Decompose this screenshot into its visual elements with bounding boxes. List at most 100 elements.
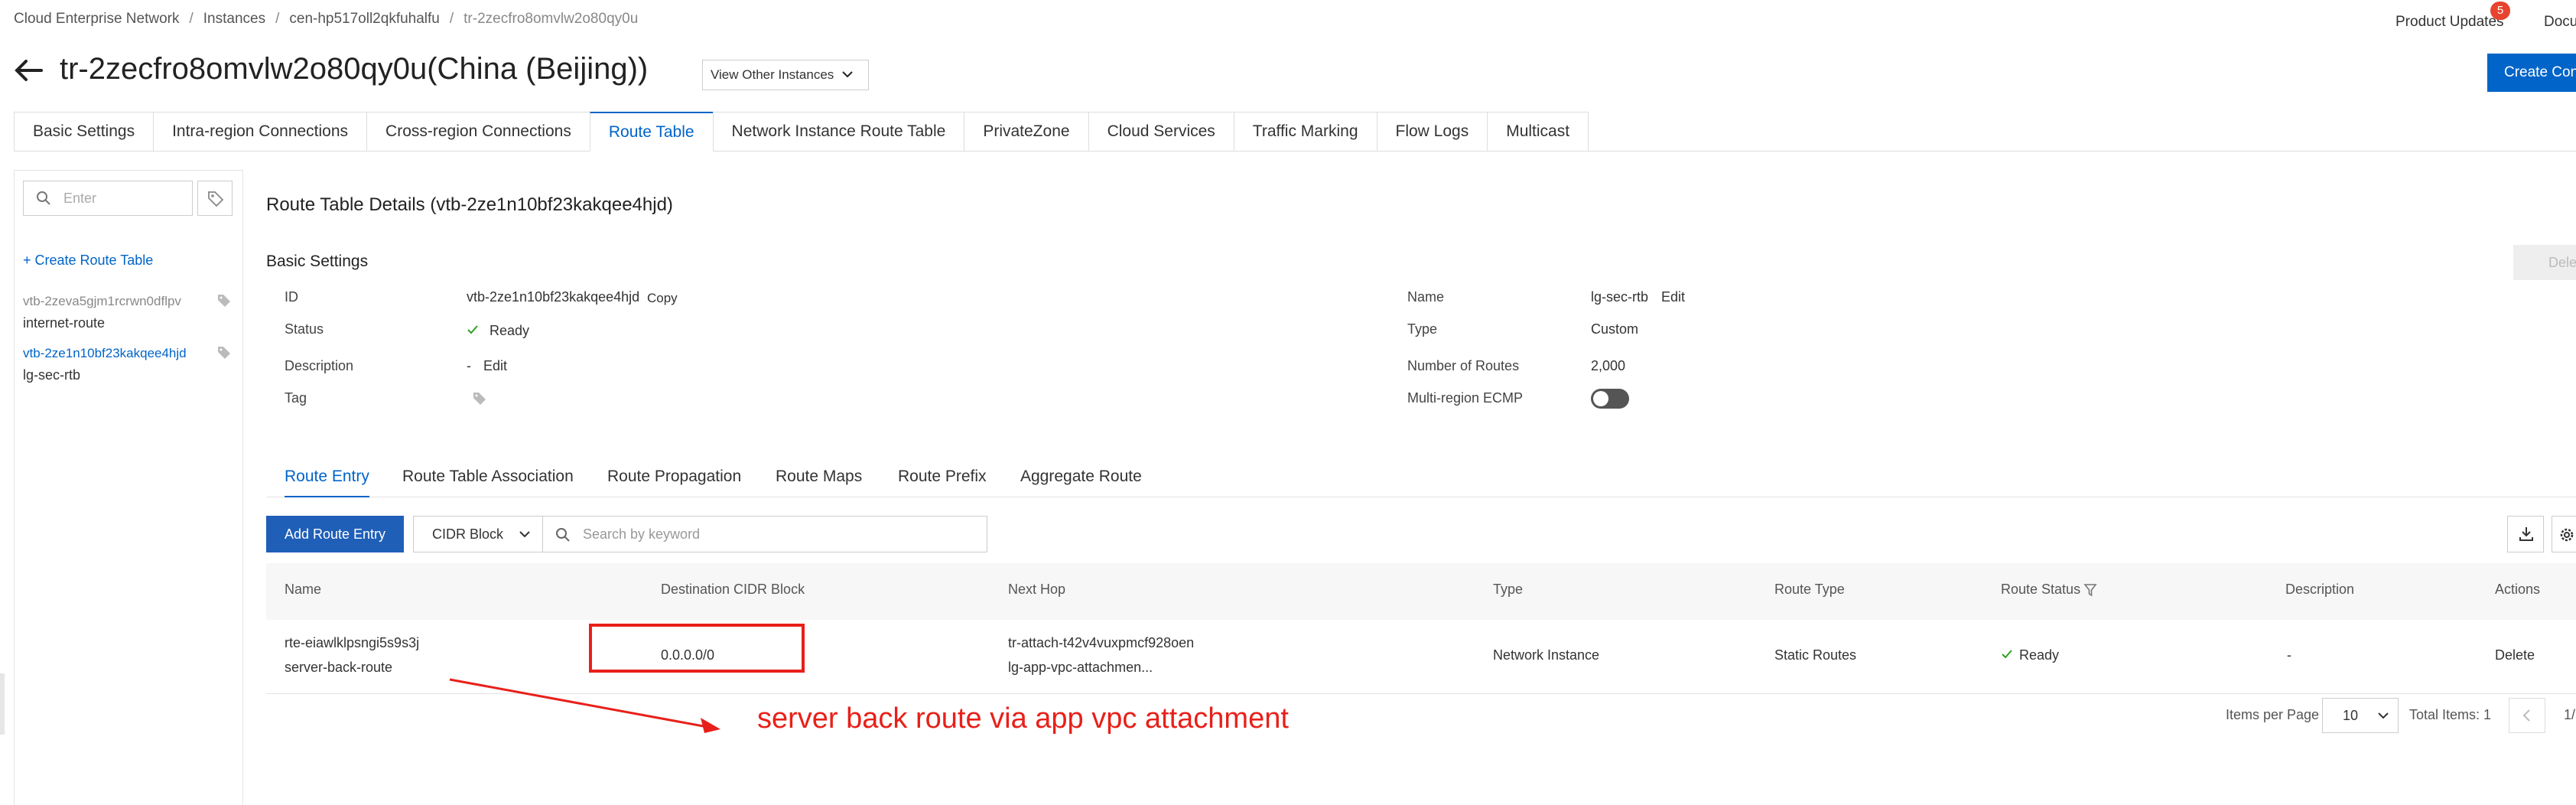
tab-cross-region[interactable]: Cross-region Connections (366, 112, 590, 152)
column-header-type: Type (1493, 582, 1524, 597)
previous-page-button[interactable] (2509, 698, 2545, 733)
tag-icon (208, 191, 224, 207)
annotation-highlight-box (589, 624, 805, 673)
row-type: Network Instance (1493, 647, 1600, 663)
row-delete-link[interactable]: Delete (2495, 647, 2535, 663)
view-other-instances-dropdown[interactable]: View Other Instances (702, 60, 869, 90)
subtab-route-prefix[interactable]: Route Prefix (898, 461, 987, 497)
breadcrumb-item-instances[interactable]: Instances (203, 11, 265, 28)
subtab-route-table-association[interactable]: Route Table Association (402, 461, 574, 497)
tab-cloud-services[interactable]: Cloud Services (1088, 112, 1234, 152)
multi-region-ecmp-label: Multi-region ECMP (1407, 390, 1524, 406)
add-route-entry-button[interactable]: Add Route Entry (266, 516, 404, 552)
breadcrumb-item-cen-instance[interactable]: cen-hp517oll2qkfuhalfu (289, 11, 440, 28)
column-header-route-status: Route Status (2001, 582, 2081, 597)
route-subtab-bar: Route Entry Route Table Association Rout… (266, 461, 2576, 497)
tag-icon[interactable] (217, 346, 231, 360)
sidebar-item-id-selected[interactable]: vtb-2ze1n10bf23kakqee4hjd (23, 346, 187, 361)
column-header-actions: Actions (2495, 582, 2541, 597)
name-label: Name (1407, 289, 1445, 305)
tab-route-table[interactable]: Route Table (589, 112, 713, 152)
subtab-aggregate-route[interactable]: Aggregate Route (1020, 461, 1142, 497)
breadcrumb: Cloud Enterprise Network / Instances / cen… (14, 11, 639, 28)
items-per-page-label: Items per Page (2226, 707, 2320, 722)
basic-settings-heading: Basic Settings (266, 253, 369, 270)
filter-icon[interactable] (2083, 583, 2097, 597)
sidebar-search-input[interactable]: Enter (23, 181, 193, 216)
number-of-routes-value: 2,000 (1591, 358, 1626, 373)
route-table-details-title: Route Table Details (vtb-2ze1n10bf23kakq… (266, 194, 673, 215)
column-header-name: Name (285, 582, 322, 597)
cidr-block-select-label: CIDR Block (432, 526, 504, 542)
tab-privatezone[interactable]: PrivateZone (964, 112, 1088, 152)
annotation-arrow (449, 678, 720, 733)
annotation-text: server back route via app vpc attachment (757, 702, 1289, 735)
description-label: Description (285, 358, 354, 373)
row-description: - (2287, 647, 2291, 663)
keyword-search-placeholder: Search by keyword (583, 526, 701, 542)
search-icon (556, 528, 570, 542)
tab-multicast[interactable]: Multicast (1487, 112, 1589, 152)
sidebar-item-name[interactable]: internet-route (23, 315, 105, 331)
subtab-route-entry[interactable]: Route Entry (285, 461, 369, 497)
chevron-left-icon (2522, 709, 2530, 722)
items-per-page-select[interactable]: 10 (2322, 698, 2399, 733)
tag-icon[interactable] (473, 392, 486, 406)
sidebar-item-name-selected[interactable]: lg-sec-rtb (23, 367, 80, 383)
keyword-search-input[interactable]: Search by keyword (542, 516, 987, 552)
create-route-table-link[interactable]: + Create Route Table (23, 253, 153, 269)
breadcrumb-item-current: tr-2zecfro8omvlw2o80qy0u (463, 11, 639, 27)
download-button[interactable] (2507, 516, 2544, 552)
tag-label: Tag (285, 390, 307, 406)
settings-button[interactable] (2552, 516, 2576, 552)
tab-network-instance-route-table[interactable]: Network Instance Route Table (712, 112, 964, 152)
row-route-status: Ready (2019, 647, 2060, 663)
description-edit-link[interactable]: Edit (483, 358, 507, 374)
search-icon (37, 191, 50, 205)
sidebar-item-id[interactable]: vtb-2zeva5gjm1rcrwn0dflpv (23, 294, 181, 309)
description-value: - (467, 358, 471, 373)
row-route-id: rte-eiawlklpsngi5s9s3j (285, 635, 420, 650)
number-of-routes-label: Number of Routes (1407, 358, 1520, 373)
chevron-down-icon (2378, 712, 2389, 719)
chevron-down-icon (842, 71, 853, 78)
type-value: Custom (1591, 321, 1639, 337)
row-route-name: server-back-route (285, 660, 393, 675)
page-indicator[interactable]: 1/ (2564, 707, 2575, 723)
create-connection-button[interactable]: Create Conn (2487, 54, 2576, 92)
check-icon (467, 325, 478, 334)
row-next-hop-link[interactable]: tr-attach-t42v4vuxpmcf928oen (1008, 635, 1194, 651)
delete-route-table-button[interactable]: Delete (2513, 245, 2576, 280)
name-edit-link[interactable]: Edit (1661, 289, 1685, 305)
tab-flow-logs[interactable]: Flow Logs (1376, 112, 1488, 152)
total-items-label: Total Items: 1 (2409, 707, 2492, 722)
sidebar-search-placeholder: Enter (63, 191, 97, 206)
docs-link[interactable]: Docu (2544, 14, 2576, 31)
back-arrow-icon[interactable] (12, 55, 46, 86)
gear-icon (2560, 528, 2574, 542)
items-per-page-value: 10 (2343, 708, 2359, 723)
row-next-hop-name: lg-app-vpc-attachmen... (1008, 660, 1153, 675)
tab-basic-settings[interactable]: Basic Settings (14, 112, 154, 152)
scroll-edge (0, 673, 5, 735)
id-label: ID (285, 289, 298, 305)
column-header-route-type: Route Type (1774, 582, 1845, 597)
name-value: lg-sec-rtb (1591, 289, 1649, 305)
product-updates-link[interactable]: Product Updates (2395, 14, 2504, 31)
tab-intra-region[interactable]: Intra-region Connections (153, 112, 367, 152)
row-route-type: Static Routes (1774, 647, 1857, 663)
tag-filter-button[interactable] (197, 181, 233, 216)
subtab-route-propagation[interactable]: Route Propagation (607, 461, 741, 497)
multi-region-ecmp-toggle[interactable] (1591, 389, 1629, 409)
column-header-cidr: Destination CIDR Block (661, 582, 805, 597)
subtab-route-maps[interactable]: Route Maps (776, 461, 862, 497)
tag-icon[interactable] (217, 294, 231, 308)
breadcrumb-item-cen[interactable]: Cloud Enterprise Network (14, 11, 179, 28)
column-header-next-hop: Next Hop (1008, 582, 1066, 597)
page-title: tr-2zecfro8omvlw2o80qy0u(China (Beijing)… (60, 52, 649, 86)
tab-traffic-marking[interactable]: Traffic Marking (1233, 112, 1377, 152)
copy-link[interactable]: Copy (647, 291, 678, 306)
status-value: Ready (490, 323, 530, 338)
tab-bar: Basic Settings Intra-region Connections … (14, 112, 2576, 152)
cidr-block-select[interactable]: CIDR Block (413, 516, 543, 552)
